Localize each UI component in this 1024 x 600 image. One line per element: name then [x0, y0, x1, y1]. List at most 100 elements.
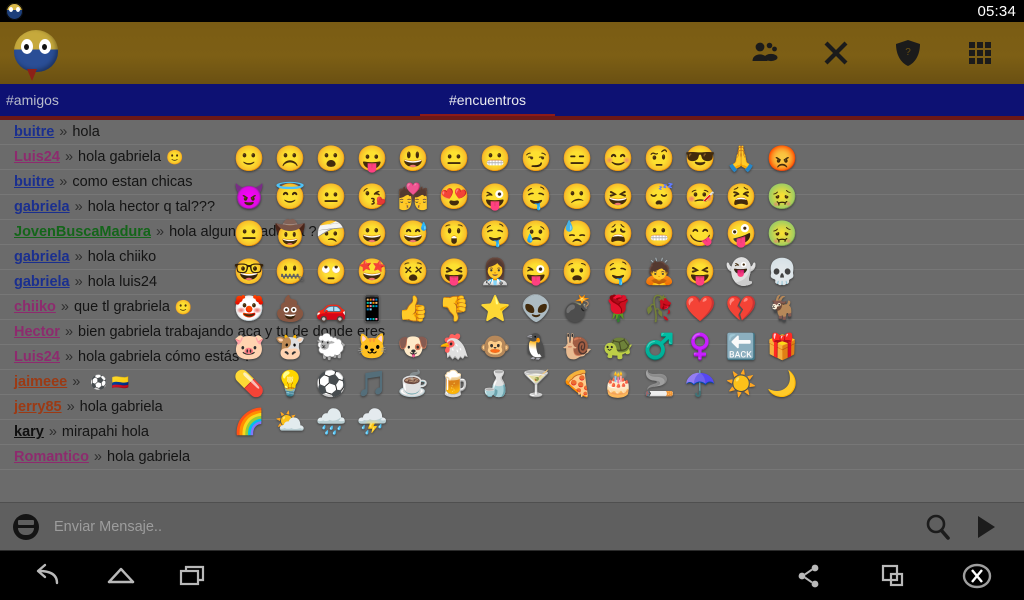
emoji-cell[interactable]: 😐	[229, 216, 270, 254]
emoji-cell[interactable]: 💣	[557, 291, 598, 329]
emoji-cell[interactable]: 🎂	[598, 366, 639, 404]
emoji-cell[interactable]: 😈	[229, 179, 270, 217]
emoji-cell[interactable]: 🤐	[270, 254, 311, 292]
emoji-cell[interactable]: 😕	[557, 179, 598, 217]
users-icon[interactable]	[742, 31, 786, 75]
emoji-cell[interactable]: 🤪	[721, 216, 762, 254]
tab-encuentros[interactable]: #encuentros	[420, 84, 555, 119]
emoji-cell[interactable]: 🐧	[516, 329, 557, 367]
emoji-cell[interactable]: ♂️	[639, 329, 680, 367]
emoji-cell[interactable]: 😊	[598, 141, 639, 179]
emoji-cell[interactable]: 🐢	[598, 329, 639, 367]
message-username[interactable]: Luis24	[14, 349, 60, 365]
emoji-cell[interactable]: 🤓	[229, 254, 270, 292]
emoji-cell[interactable]: 🤕	[311, 216, 352, 254]
emoji-cell[interactable]: 😲	[434, 216, 475, 254]
emoji-cell[interactable]: 😇	[270, 179, 311, 217]
emoji-cell[interactable]: 😫	[721, 179, 762, 217]
emoji-cell[interactable]: 😅	[393, 216, 434, 254]
emoji-cell[interactable]: 🤤	[516, 179, 557, 217]
back-icon[interactable]	[28, 555, 70, 597]
emoji-cell[interactable]: 🚬	[639, 366, 680, 404]
emoji-cell[interactable]: ⭐	[475, 291, 516, 329]
emoji-cell[interactable]: 😝	[434, 254, 475, 292]
emoji-cell[interactable]: 🤩	[352, 254, 393, 292]
emoji-cell[interactable]: 😴	[639, 179, 680, 217]
emoji-cell[interactable]: 🙇	[639, 254, 680, 292]
emoji-cell[interactable]: 🍺	[434, 366, 475, 404]
emoji-cell[interactable]: 🤢	[762, 216, 803, 254]
grid-menu-icon[interactable]	[958, 31, 1002, 75]
emoji-cell[interactable]: 🌹	[598, 291, 639, 329]
emoji-cell[interactable]: ⚽	[311, 366, 352, 404]
emoji-cell[interactable]: 💡	[270, 366, 311, 404]
emoji-cell[interactable]: 🤡	[229, 291, 270, 329]
emoji-cell[interactable]: 😍	[434, 179, 475, 217]
emoji-cell[interactable]: 😐	[434, 141, 475, 179]
emoji-cell[interactable]: 🤨	[639, 141, 680, 179]
emoji-cell[interactable]: 🔙	[721, 329, 762, 367]
emoji-cell[interactable]: ☀️	[721, 366, 762, 404]
emoji-cell[interactable]: 🌈	[229, 404, 270, 442]
emoji-picker-grid[interactable]: 🙂 ☹️ 😮 😛 😃 😐 😬 😏 😑 😊 🤨 😎 🙏 😡 😈 😇 😐 😘 💏 😍 😜 🤤 😕 😆 😴 🤒 😫 🤢 😐 🤠 🤕 😀 😅 😲 🤤 😢 😓 😩 😬…	[229, 141, 803, 441]
emoji-cell[interactable]: 🍸	[516, 366, 557, 404]
emoji-cell[interactable]: 😬	[475, 141, 516, 179]
emoji-cell[interactable]: ⛅	[270, 404, 311, 442]
emoji-cell[interactable]: 💔	[721, 291, 762, 329]
tab-amigos[interactable]: #amigos	[0, 84, 420, 116]
emoji-cell[interactable]: 😀	[352, 216, 393, 254]
emoji-cell[interactable]: 😑	[557, 141, 598, 179]
emoji-cell[interactable]: 🚗	[311, 291, 352, 329]
emoji-cell[interactable]: ☂️	[680, 366, 721, 404]
emoji-cell[interactable]: ❤️	[680, 291, 721, 329]
shield-icon[interactable]: ?	[886, 31, 930, 75]
recents-icon[interactable]	[172, 555, 214, 597]
screenshot-icon[interactable]	[872, 555, 914, 597]
message-username[interactable]: Luis24	[14, 149, 60, 165]
emoji-cell[interactable]: 😐	[311, 179, 352, 217]
emoji-cell[interactable]: 💊	[229, 366, 270, 404]
close-circle-icon[interactable]	[956, 555, 998, 597]
message-username[interactable]: Romantico	[14, 449, 89, 465]
emoji-cell[interactable]: 👽	[516, 291, 557, 329]
emoji-cell[interactable]: ☕	[393, 366, 434, 404]
emoji-cell[interactable]: 😏	[516, 141, 557, 179]
emoji-cell[interactable]: ⛈️	[352, 404, 393, 442]
message-username[interactable]: buitre	[14, 124, 54, 140]
emoji-cell[interactable]: 🤤	[598, 254, 639, 292]
emoji-cell[interactable]: 🍕	[557, 366, 598, 404]
emoji-cell[interactable]: 🐱	[352, 329, 393, 367]
share-icon[interactable]	[788, 555, 830, 597]
emoji-cell[interactable]: 🙏	[721, 141, 762, 179]
emoji-cell[interactable]: 📱	[352, 291, 393, 329]
message-username[interactable]: gabriela	[14, 249, 70, 265]
smiley-icon[interactable]	[2, 503, 50, 551]
emoji-cell[interactable]: 😜	[516, 254, 557, 292]
emoji-cell[interactable]: 🎵	[352, 366, 393, 404]
emoji-cell[interactable]: 😧	[557, 254, 598, 292]
emoji-cell[interactable]: ♀️	[680, 329, 721, 367]
emoji-cell[interactable]: 🙄	[311, 254, 352, 292]
message-username[interactable]: jaimeee	[14, 374, 67, 390]
emoji-cell[interactable]: ☹️	[270, 141, 311, 179]
emoji-cell[interactable]: 🤒	[680, 179, 721, 217]
close-icon[interactable]	[814, 31, 858, 75]
emoji-cell[interactable]: 🐑	[311, 329, 352, 367]
emoji-cell[interactable]: 😜	[475, 179, 516, 217]
emoji-cell[interactable]: 👎	[434, 291, 475, 329]
emoji-cell[interactable]: 🐮	[270, 329, 311, 367]
emoji-cell[interactable]: 😝	[680, 254, 721, 292]
emoji-cell[interactable]: 🐶	[393, 329, 434, 367]
chat-message-row[interactable]: Romantico» hola gabriela	[0, 445, 1024, 470]
emoji-cell[interactable]: 🤠	[270, 216, 311, 254]
emoji-cell[interactable]: 🐔	[434, 329, 475, 367]
emoji-cell[interactable]: 😓	[557, 216, 598, 254]
message-username[interactable]: chiiko	[14, 299, 56, 315]
message-username[interactable]: gabriela	[14, 274, 70, 290]
emoji-cell[interactable]: 👩‍⚕️	[475, 254, 516, 292]
emoji-cell[interactable]: 💏	[393, 179, 434, 217]
message-username[interactable]: gabriela	[14, 199, 70, 215]
emoji-cell[interactable]: 😆	[598, 179, 639, 217]
emoji-cell[interactable]: 🙂	[229, 141, 270, 179]
emoji-cell[interactable]: 👻	[721, 254, 762, 292]
